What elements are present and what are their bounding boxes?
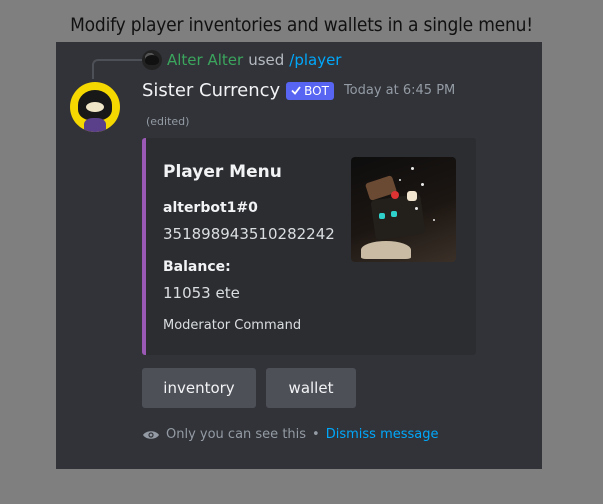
message-header: Sister Currency BOT Today at 6:45 PM: [142, 80, 455, 101]
edited-label: (edited): [146, 115, 190, 128]
bot-badge-label: BOT: [304, 83, 329, 98]
inventory-button[interactable]: inventory: [142, 368, 256, 408]
embed-field-name-user: alterbot1#0: [163, 200, 258, 216]
embed-field-value-user-id: 351898943510282242: [163, 225, 335, 243]
embed-field-value-balance: 11053 ete: [163, 284, 240, 302]
bot-username[interactable]: Sister Currency: [142, 80, 280, 101]
bot-badge: BOT: [286, 81, 334, 100]
reply-avatar[interactable]: [142, 50, 162, 70]
ephemeral-separator: •: [312, 427, 320, 442]
bot-avatar[interactable]: [70, 82, 120, 132]
wallet-button[interactable]: wallet: [266, 368, 356, 408]
embed-thumbnail[interactable]: [351, 157, 456, 262]
ephemeral-notice-text: Only you can see this: [166, 427, 307, 442]
image-caption: Modify player inventories and wallets in…: [70, 14, 533, 36]
reply-spine: [92, 59, 142, 79]
reply-used-text: used: [248, 51, 285, 69]
dismiss-message-link[interactable]: Dismiss message: [326, 427, 439, 442]
reply-command[interactable]: /player: [289, 51, 341, 69]
embed-field-name-balance: Balance:: [163, 259, 231, 275]
reply-username[interactable]: Alter Alter: [167, 51, 243, 69]
discord-message-panel: Alter Alter used /player Sister Currency…: [56, 42, 542, 469]
check-icon: [291, 86, 301, 95]
eye-icon: [142, 429, 160, 441]
command-reply-context[interactable]: Alter Alter used /player: [142, 50, 341, 70]
embed-footer: Moderator Command: [163, 318, 302, 333]
embed-title: Player Menu: [163, 162, 282, 182]
ephemeral-notice: Only you can see this • Dismiss message: [142, 427, 439, 442]
message-timestamp[interactable]: Today at 6:45 PM: [344, 83, 455, 98]
player-menu-embed: Player Menu alterbot1#0 3518989435102822…: [142, 138, 476, 355]
